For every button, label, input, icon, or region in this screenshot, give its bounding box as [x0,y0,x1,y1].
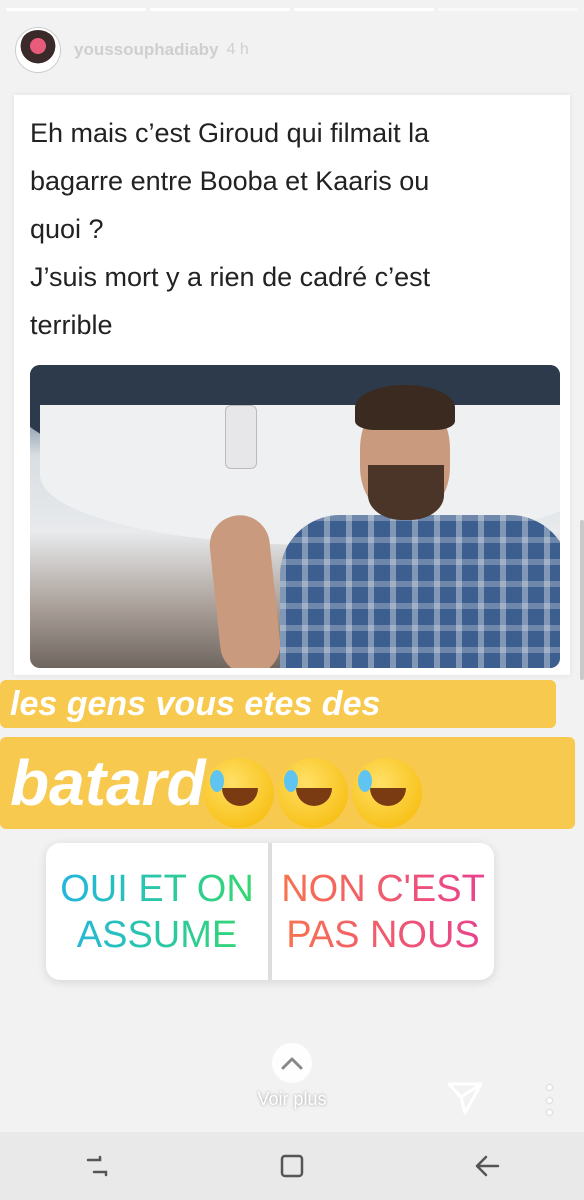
progress-segment [6,8,146,11]
progress-segment [294,8,434,11]
caption-word: batard [10,747,206,819]
story-progress [6,8,578,11]
more-icon[interactable] [543,1085,555,1115]
caption-line-1: les gens vous etes des [0,680,556,728]
system-nav-bar [0,1132,584,1200]
post-photo [30,365,560,668]
dot [546,1097,552,1103]
post-time: 4 h [226,41,249,58]
post-text: Eh mais c’est Giroud qui filmait la baga… [30,118,431,340]
poll-option-yes[interactable]: OUI ET ON ASSUME [46,843,268,980]
laughing-emoji-icon [203,758,274,829]
progress-segment [438,8,578,11]
story-header: youssouphadiaby 4 h [16,28,249,72]
poll-option-yes-label: OUI ET ON ASSUME [60,867,254,956]
laughing-emoji-icon [277,758,348,829]
chevron-up-icon [272,1043,312,1083]
emoji-group [203,742,426,834]
poll-option-no-label: NON C'EST PAS NOUS [281,867,485,956]
username[interactable]: youssouphadiaby [74,40,219,60]
voir-plus-button[interactable]: Voir plus [252,1043,332,1110]
beard-shape [368,465,444,520]
home-icon[interactable] [272,1146,312,1186]
dot [546,1085,552,1090]
poll-option-no[interactable]: NON C'EST PAS NOUS [272,843,494,980]
dot [546,1110,552,1115]
voir-plus-label: Voir plus [257,1089,327,1109]
caption-line-2: batard [0,737,575,829]
scrollbar [580,520,584,680]
recent-apps-icon[interactable] [77,1146,117,1186]
progress-segment [150,8,290,11]
avatar[interactable] [16,28,60,72]
shared-post-card: Eh mais c’est Giroud qui filmait la baga… [14,95,570,675]
hair-shape [355,385,455,430]
poll-sticker: OUI ET ON ASSUME NON C'EST PAS NOUS [46,843,494,980]
phone-shape [225,405,257,469]
shirt-shape [280,515,560,668]
back-icon[interactable] [467,1146,507,1186]
laughing-emoji-icon [351,758,422,829]
send-icon[interactable] [446,1080,484,1116]
